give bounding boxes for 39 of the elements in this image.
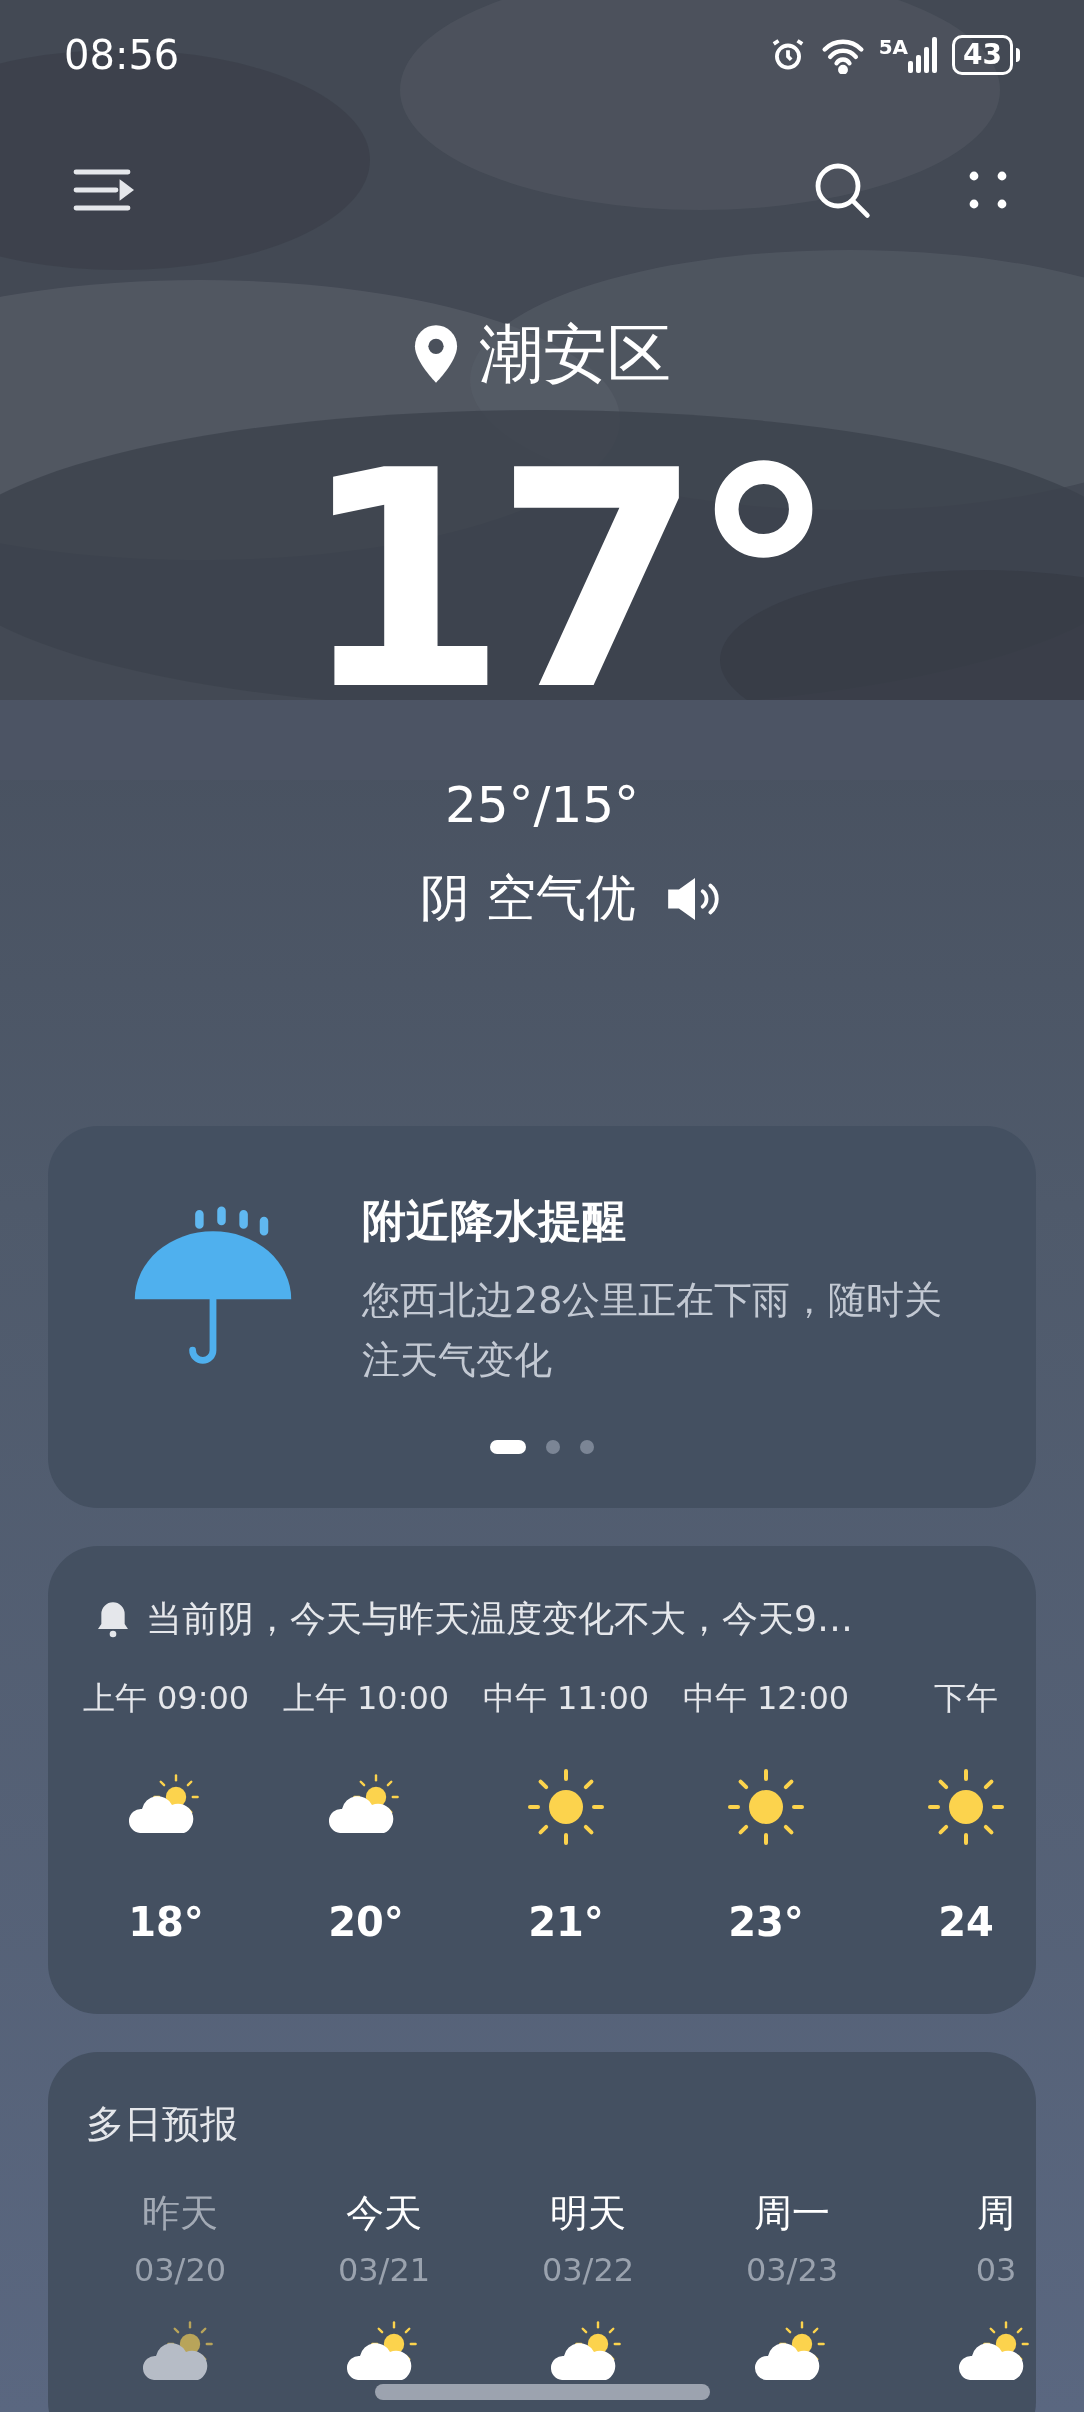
hour-temperature: 20° <box>328 1898 404 1947</box>
hour-temperature: 18° <box>128 1898 204 1947</box>
status-time: 08:56 <box>64 31 180 80</box>
hour-time: 中午 12:00 <box>682 1678 850 1719</box>
hour-time: 上午 09:00 <box>82 1678 250 1719</box>
sun-icon <box>726 1767 806 1847</box>
alert-description: 您西北边28公里正在下雨，随时关注天气变化 <box>362 1277 944 1384</box>
day-name: 明天 <box>550 2190 626 2237</box>
temperature-range: 25°/15° <box>444 775 640 836</box>
hour-time: 下午 <box>934 1678 998 1719</box>
day-date: 03/22 <box>541 2250 635 2291</box>
day-date: 03/20 <box>133 2250 227 2291</box>
precipitation-card[interactable]: 附近降水提醒 您西北边28公里正在下雨，随时关注天气变化 <box>48 1126 1036 1508</box>
location-pin-icon <box>413 325 459 383</box>
bell-icon <box>96 1599 130 1639</box>
day-date: 03 <box>975 2250 1017 2291</box>
battery-tip-icon <box>1016 48 1020 62</box>
hour-temperature: 21° <box>528 1898 604 1947</box>
location-name[interactable]: 潮安区 <box>479 306 671 402</box>
hour-time: 上午 10:00 <box>282 1678 450 1719</box>
weather-condition: 阴 空气优 <box>420 868 636 929</box>
sun-icon <box>926 1767 1006 1847</box>
alert-title: 附近降水提醒 <box>362 1194 627 1248</box>
battery-level: 43 <box>952 35 1013 75</box>
hour-time: 中午 11:00 <box>482 1678 650 1719</box>
day-name: 周一 <box>754 2190 830 2237</box>
daily-forecast-title: 多日预报 <box>86 2101 239 2148</box>
day-name: 昨天 <box>142 2190 218 2237</box>
day-date: 03/23 <box>745 2250 839 2291</box>
day-name: 今天 <box>346 2190 422 2237</box>
hour-temperature: 23° <box>728 1898 804 1947</box>
weather-summary: 当前阴，今天与昨天温度变化不大，今天9… <box>146 1597 853 1641</box>
day-date: 03/21 <box>337 2250 431 2291</box>
network-label: 5A <box>878 37 909 57</box>
day-name: 周 <box>977 2190 1015 2237</box>
hour-temperature: 24 <box>938 1898 994 1947</box>
current-temperature: 17° <box>299 422 825 742</box>
signal-icon <box>908 37 939 73</box>
sun-icon <box>526 1767 606 1847</box>
